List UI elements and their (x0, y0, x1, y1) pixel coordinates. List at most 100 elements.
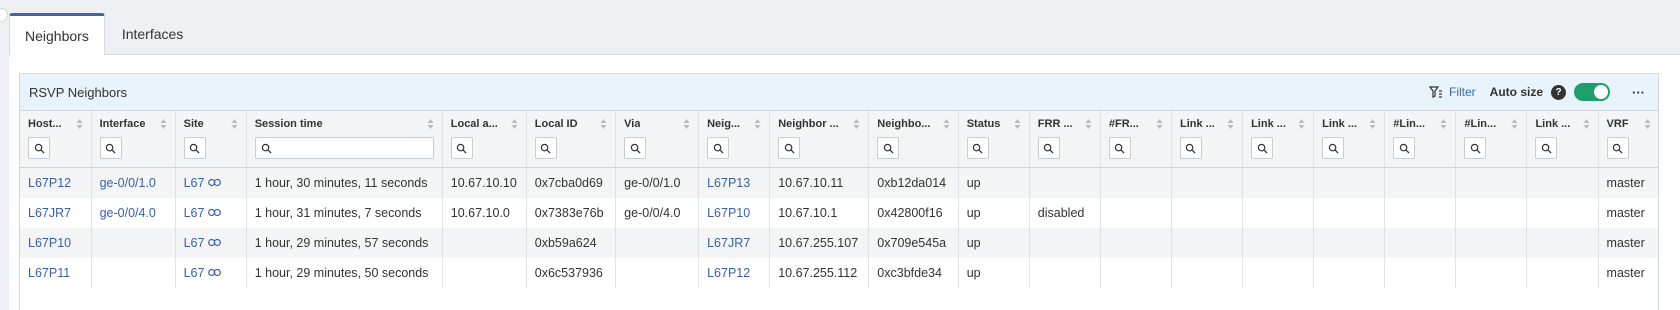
column-header[interactable]: Interface (91, 111, 176, 168)
cell-interface[interactable]: ge-0/0/1.0 (91, 167, 176, 198)
link-icon[interactable] (208, 178, 222, 187)
sort-icon[interactable] (160, 119, 167, 129)
column-search-input[interactable] (966, 137, 989, 159)
column-search-input[interactable] (1606, 137, 1629, 159)
column-header[interactable]: Neig... (698, 111, 771, 168)
autosize-toggle[interactable] (1574, 83, 1610, 101)
help-icon[interactable]: ? (1551, 84, 1566, 100)
cell-site-value[interactable]: L67 (184, 176, 205, 190)
column-header[interactable]: Local a... (442, 111, 527, 168)
column-header[interactable]: Link ... (1242, 111, 1315, 168)
sort-icon[interactable] (1085, 119, 1092, 129)
column-search-input[interactable] (778, 137, 801, 159)
sort-icon[interactable] (231, 119, 238, 129)
cell-neighbor-value[interactable]: L67P13 (707, 176, 750, 190)
link-icon[interactable] (208, 268, 222, 277)
cell-host[interactable]: L67P10 (20, 227, 92, 258)
sort-icon[interactable] (853, 119, 860, 129)
column-search-input[interactable] (28, 137, 50, 159)
column-search-input[interactable] (1251, 137, 1274, 159)
cell-interface[interactable] (91, 257, 176, 288)
sort-icon[interactable] (76, 119, 83, 129)
cell-neighbor[interactable]: L67JR7 (698, 227, 771, 258)
column-search-input[interactable] (1108, 137, 1131, 159)
column-header[interactable]: Link ... (1313, 111, 1386, 168)
sort-icon[interactable] (1369, 119, 1376, 129)
sort-icon[interactable] (1583, 119, 1590, 129)
sort-icon[interactable] (1511, 119, 1518, 129)
column-header[interactable]: Local ID (526, 111, 617, 168)
column-header[interactable]: Link ... (1526, 111, 1599, 168)
more-options-icon[interactable]: ··· (1632, 86, 1645, 99)
sort-icon[interactable] (1156, 119, 1163, 129)
cell-site-value[interactable]: L67 (184, 236, 205, 250)
column-header[interactable]: Link ... (1171, 111, 1244, 168)
cell-neighbor-value[interactable]: L67P12 (707, 266, 750, 280)
column-search-input[interactable] (624, 137, 647, 159)
column-search-input[interactable] (877, 137, 900, 159)
table-row[interactable]: L67P12 ge-0/0/1.0 L67 1 hour, 30 minutes, 1… (20, 167, 1658, 198)
link-icon[interactable] (208, 208, 222, 217)
filter-button[interactable]: Filter (1428, 85, 1476, 99)
sort-icon[interactable] (511, 119, 518, 129)
column-search-input[interactable] (1464, 137, 1487, 159)
table-row[interactable]: L67JR7 ge-0/0/4.0 L67 1 hour, 31 minutes, 7… (20, 197, 1658, 228)
cell-interface[interactable] (91, 227, 176, 258)
column-header[interactable]: Host... (20, 111, 92, 168)
cell-interface[interactable]: ge-0/0/4.0 (91, 197, 176, 228)
column-search-input[interactable] (1322, 137, 1345, 159)
column-header[interactable]: Via (615, 111, 700, 168)
column-search-input[interactable] (707, 137, 730, 159)
sort-icon[interactable] (427, 119, 434, 129)
cell-site[interactable]: L67 (175, 257, 247, 288)
cell-neighbor[interactable]: L67P13 (698, 167, 771, 198)
table-row[interactable]: L67P11 L67 1 hour, 29 minutes, 50 seconds 0… (20, 257, 1658, 288)
column-search-input[interactable] (99, 137, 122, 159)
sort-icon[interactable] (754, 119, 761, 129)
column-search-input[interactable] (1393, 137, 1416, 159)
column-search-input[interactable] (254, 137, 434, 159)
cell-host-value[interactable]: L67P11 (28, 266, 70, 280)
cell-interface-value[interactable]: ge-0/0/1.0 (100, 176, 156, 190)
tab-neighbors[interactable]: Neighbors (9, 13, 105, 55)
column-header[interactable]: #Lin... (1455, 111, 1528, 168)
cell-interface-value[interactable]: ge-0/0/4.0 (100, 206, 156, 220)
table-row[interactable]: L67P10 L67 1 hour, 29 minutes, 57 seconds 0… (20, 227, 1658, 258)
cell-host-value[interactable]: L67JR7 (28, 206, 71, 220)
sort-icon[interactable] (943, 119, 950, 129)
column-header[interactable]: #Lin... (1384, 111, 1457, 168)
column-header[interactable]: VRF (1598, 111, 1658, 168)
column-search-input[interactable] (1179, 137, 1202, 159)
cell-site[interactable]: L67 (175, 227, 247, 258)
column-search-input[interactable] (1037, 137, 1060, 159)
sort-icon[interactable] (1014, 119, 1021, 129)
column-search-input[interactable] (534, 137, 557, 159)
column-header[interactable]: Site (175, 111, 247, 168)
column-search-input[interactable] (1535, 137, 1558, 159)
link-icon[interactable] (208, 238, 222, 247)
cell-host-value[interactable]: L67P10 (28, 236, 71, 250)
cell-host-value[interactable]: L67P12 (28, 176, 71, 190)
cell-site-value[interactable]: L67 (184, 266, 205, 280)
cell-site[interactable]: L67 (175, 197, 247, 228)
sort-icon[interactable] (1227, 119, 1234, 129)
column-header[interactable]: Session time (246, 111, 443, 168)
column-header[interactable]: #FR... (1100, 111, 1172, 168)
sort-icon[interactable] (1440, 119, 1447, 129)
cell-site-value[interactable]: L67 (184, 206, 205, 220)
column-header[interactable]: Neighbo... (868, 111, 959, 168)
cell-neighbor[interactable]: L67P10 (698, 197, 771, 228)
cell-site[interactable]: L67 (175, 167, 247, 198)
column-search-input[interactable] (183, 137, 206, 159)
column-header[interactable]: Neighbor ... (769, 111, 870, 168)
sort-icon[interactable] (600, 119, 607, 129)
cell-host[interactable]: L67JR7 (20, 197, 92, 228)
tab-interfaces[interactable]: Interfaces (107, 13, 198, 55)
cell-neighbor-value[interactable]: L67P10 (707, 206, 750, 220)
sort-icon[interactable] (683, 119, 690, 129)
column-search-input[interactable] (450, 137, 473, 159)
cell-neighbor-value[interactable]: L67JR7 (707, 236, 750, 250)
sort-icon[interactable] (1298, 119, 1305, 129)
cell-neighbor[interactable]: L67P12 (698, 257, 771, 288)
sort-icon[interactable] (1644, 119, 1651, 129)
